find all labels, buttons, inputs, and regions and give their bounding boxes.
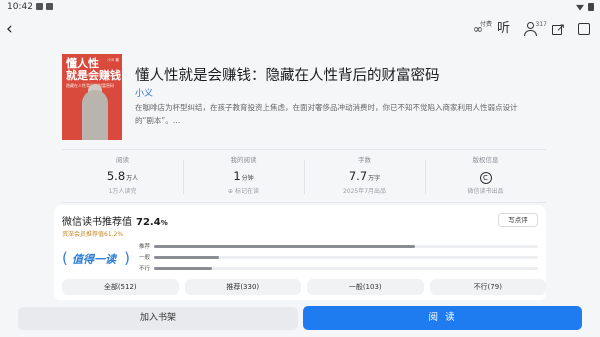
filter-average[interactable]: 一般(103) <box>307 279 424 295</box>
stat-unit: 万字 <box>368 175 381 182</box>
mark-reading-button[interactable]: ⊕ 标记在读 <box>183 186 304 195</box>
cover-figure <box>82 90 108 140</box>
battery-icon <box>588 3 594 11</box>
book-stats: 阅读 5.8万人 1万人读完 我的阅读 1分钟 ⊕ 标记在读 字数 7.7万字 … <box>62 149 546 203</box>
paid-badge: 付费 <box>479 21 492 28</box>
more-button[interactable] <box>578 19 590 39</box>
bar-track <box>154 256 538 259</box>
stat-value: 7.7万字 <box>304 169 425 183</box>
stat-unit: 万人 <box>126 175 139 182</box>
laurel-left-icon: ( <box>62 249 68 267</box>
stat-sub: 2025年7月出品 <box>342 188 387 195</box>
worth-reading-badge: ( 值得一读 ) <box>62 246 130 270</box>
stat-number: 1 <box>233 169 241 183</box>
stat-readers[interactable]: 阅读 5.8万人 1万人读完 <box>62 150 183 202</box>
rating-bars: 推荐 一般 不行 <box>124 241 544 274</box>
listen-button[interactable]: 听 <box>497 19 510 39</box>
write-review-button[interactable]: 写点评 <box>498 213 538 227</box>
rating-title: 微信读书推荐值 72.4% <box>62 213 168 228</box>
rating-bar-recommend: 推荐 <box>124 241 544 252</box>
book-author-link[interactable]: 小义 <box>135 86 153 99</box>
top-bar: ‹ ∞ 付费 听 317 ↗ <box>0 14 600 44</box>
share-arrow-icon: ↗ <box>556 21 566 34</box>
stat-number: 7.7 <box>348 169 368 183</box>
rating-percent-sign: % <box>160 219 168 227</box>
bar-track <box>154 245 538 248</box>
cover-author: 小义 著 <box>107 58 119 62</box>
bar-label: 推荐 <box>138 244 150 250</box>
stat-value: 5.8万人 <box>62 169 183 183</box>
stat-value: C <box>425 169 546 184</box>
status-bar: 10:42 <box>0 0 600 14</box>
status-notification-icons <box>36 3 53 10</box>
stat-sub: 1万人读完 <box>108 188 137 195</box>
toolbar-actions: ∞ 付费 听 317 ↗ <box>473 19 590 39</box>
book-title: 懂人性就是会赚钱：隐藏在人性背后的财富密码 <box>135 68 440 84</box>
stat-copyright[interactable]: 版权信息 C 微信读书出品 <box>425 150 546 202</box>
friends-reading-button[interactable]: 317 <box>524 19 547 39</box>
stat-value: 1分钟 <box>183 169 304 183</box>
read-button[interactable]: 阅 读 <box>303 306 582 330</box>
rating-bar-average: 一般 <box>124 252 544 263</box>
copyright-icon: C <box>479 172 492 184</box>
bar-fill <box>154 267 212 270</box>
badge-text: 值得一读 <box>72 253 116 266</box>
more-icon <box>578 23 590 35</box>
wifi-icon <box>576 4 584 11</box>
add-to-shelf-button[interactable]: 加入书架 <box>18 307 298 330</box>
bar-fill <box>154 256 220 259</box>
filter-poor[interactable]: 不行(79) <box>429 279 546 295</box>
stat-label: 我的阅读 <box>230 156 257 164</box>
stat-label: 阅读 <box>116 156 129 164</box>
paid-audio-button[interactable]: ∞ 付费 <box>473 19 492 39</box>
stat-word-count[interactable]: 字数 7.7万字 2025年7月出品 <box>304 150 425 202</box>
image-icon <box>46 3 53 10</box>
bar-track <box>154 267 538 270</box>
filter-recommend[interactable]: 推荐(330) <box>184 279 301 295</box>
stat-number: 5.8 <box>106 169 126 183</box>
senior-rating: 资深会员推荐值61.2% <box>62 231 124 238</box>
bar-label: 不行 <box>138 266 150 272</box>
rating-percent-value: 72.4 <box>136 217 161 228</box>
back-arrow-icon[interactable]: ‹ <box>6 19 22 39</box>
filter-all[interactable]: 全部(512) <box>62 279 179 295</box>
rating-title-text: 微信读书推荐值 <box>62 217 132 228</box>
status-system-icons <box>576 3 594 11</box>
bar-label: 一般 <box>138 255 150 261</box>
person-icon <box>527 22 534 29</box>
stat-sub: 微信读书出品 <box>467 188 504 195</box>
stat-label: 版权信息 <box>472 156 499 164</box>
status-time: 10:42 <box>7 2 33 12</box>
stat-unit: 分钟 <box>241 175 254 182</box>
bar-fill <box>154 245 416 248</box>
stat-label: 字数 <box>358 156 371 164</box>
stat-my-reading[interactable]: 我的阅读 1分钟 ⊕ 标记在读 <box>183 150 304 202</box>
review-filter-tabs: 全部(512) 推荐(330) 一般(103) 不行(79) <box>62 279 546 295</box>
book-description[interactable]: 在咖啡店为杯型纠结，在孩子教育投资上焦虑，在面对奢侈品冲动消费时，你已不知不觉陷… <box>135 101 535 127</box>
bottom-action-bar: 加入书架 阅 读 <box>0 300 600 337</box>
notification-icon <box>36 3 43 10</box>
rating-bar-poor: 不行 <box>124 263 544 274</box>
rating-percent: 72.4% <box>136 217 168 228</box>
share-button[interactable]: ↗ <box>552 19 566 39</box>
book-cover[interactable]: 懂人性就是会赚钱 隐藏在人性背后的财富密码 小义 著 <box>62 54 122 140</box>
friends-count: 317 <box>535 21 547 28</box>
